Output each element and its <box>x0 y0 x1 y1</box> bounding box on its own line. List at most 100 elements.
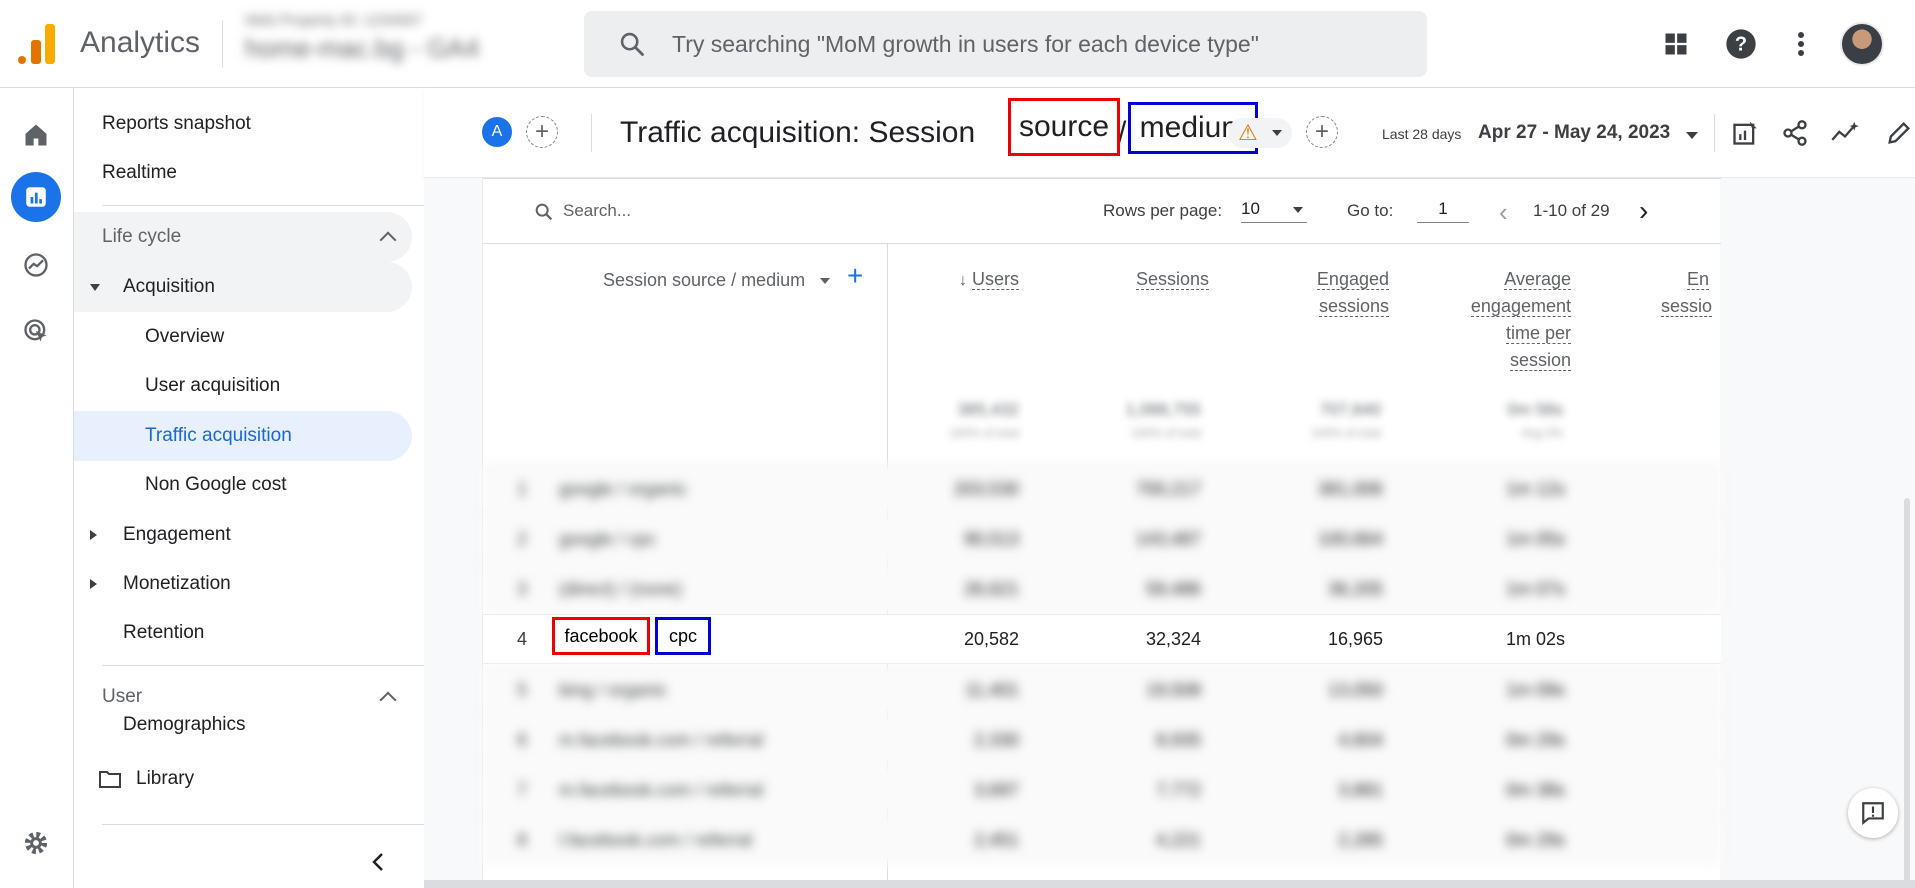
cell-users: 3,697 <box>973 780 1019 800</box>
sidebar-item-label: Reports snapshot <box>102 113 251 134</box>
sidebar-item-label: Monetization <box>123 573 231 594</box>
total-value: 1,088,755 <box>1125 400 1201 419</box>
cell-users: 11,401 <box>965 680 1019 700</box>
table-row[interactable]: 3 (direct) / (none) 26,621 59,486 36,205… <box>483 564 1721 614</box>
sidebar-item-non-google-cost[interactable]: Non Google cost <box>74 460 412 510</box>
home-icon[interactable] <box>11 110 61 160</box>
section-lifecycle[interactable]: Life cycle <box>74 212 412 262</box>
horizontal-scrollbar[interactable] <box>424 880 1915 888</box>
customize-report-icon[interactable] <box>1730 118 1760 148</box>
table-row[interactable]: 5 bing / organic 11,401 19,508 13,050 1m… <box>483 665 1721 715</box>
table-row[interactable]: 1 google / organic 203,530 700,217 381,0… <box>483 464 1721 514</box>
total-users: 385,432 100% of total <box>899 400 1019 444</box>
share-icon[interactable] <box>1780 118 1810 148</box>
warning-icon: ⚠ <box>1238 120 1258 145</box>
header-divider <box>591 114 592 152</box>
edit-pencil-icon[interactable] <box>1884 118 1914 148</box>
search-icon <box>620 32 644 56</box>
folder-icon <box>99 771 121 788</box>
rows-per-page-select[interactable]: 10 <box>1241 195 1307 223</box>
chevron-down-icon[interactable] <box>820 278 830 284</box>
vertical-scrollbar[interactable] <box>1904 498 1910 888</box>
sidebar-item-demographics[interactable]: Demographics <box>74 714 412 740</box>
sidebar-item-traffic-acquisition[interactable]: Traffic acquisition <box>74 411 412 461</box>
account-selector[interactable]: Web Property ID: 1234567 home-mac.bg - G… <box>245 12 565 74</box>
add-filter-button[interactable]: + <box>1306 116 1338 148</box>
sidebar-item-retention[interactable]: Retention <box>74 608 412 658</box>
chevron-down-icon <box>1271 130 1282 136</box>
search-bar[interactable]: Try searching "MoM growth in users for e… <box>584 11 1427 77</box>
date-range-label: Last 28 days <box>1382 126 1462 142</box>
search-icon <box>535 203 553 221</box>
medium-highlight: cpc <box>655 617 711 655</box>
collapse-chevron-icon[interactable] <box>370 852 386 871</box>
cell-sessions: 32,324 <box>1145 629 1201 649</box>
sidebar-item-realtime[interactable]: Realtime <box>74 148 412 198</box>
sidebar-item-user-acquisition[interactable]: User acquisition <box>74 361 412 411</box>
table-row[interactable]: 8 l.facebook.com / referral 2,451 4,221 … <box>483 815 1721 865</box>
search-input[interactable]: Try searching "MoM growth in users for e… <box>672 31 1259 58</box>
sidebar-item-engagement[interactable]: Engagement <box>74 510 412 560</box>
advertising-icon[interactable] <box>11 306 61 356</box>
table-row[interactable]: 2 google / cpc 90,513 143,487 100,664 1m… <box>483 514 1721 564</box>
cell-avg: 1m 12s <box>1505 479 1565 499</box>
cell-users: 20,582 <box>963 629 1019 649</box>
cell-avg: 0m 38s <box>1505 780 1565 800</box>
help-icon[interactable]: ? <box>1721 24 1761 64</box>
sidebar-item-overview[interactable]: Overview <box>74 312 412 362</box>
add-comparison-button[interactable]: + <box>526 116 558 148</box>
apps-grid-icon[interactable] <box>1656 24 1696 64</box>
app-title[interactable]: Analytics <box>80 26 200 60</box>
cell-sessions: 59,486 <box>1145 579 1201 599</box>
chevron-down-icon[interactable] <box>1686 132 1698 139</box>
add-dimension-button[interactable]: + <box>847 262 863 290</box>
pagination-status: 1-10 of 29 <box>1533 201 1610 220</box>
header-users[interactable]: ↓ Users <box>929 266 1019 294</box>
cell-avg: 0m 29s <box>1505 830 1565 850</box>
header-avg-engagement-time[interactable]: Average engagement time per session <box>1429 266 1571 374</box>
library-link[interactable]: Library <box>74 754 412 804</box>
prev-page-icon[interactable]: ‹ <box>1499 199 1508 225</box>
sidebar-item-acquisition[interactable]: Acquisition <box>74 262 412 312</box>
insights-icon[interactable] <box>1830 118 1860 148</box>
cell-engaged: 381,006 <box>1317 479 1383 499</box>
more-vert-icon[interactable] <box>1781 24 1821 64</box>
total-sessions: 1,088,755 100% of total <box>1081 400 1201 444</box>
table-row[interactable]: 7 m.facebook.com / referral 3,697 7,772 … <box>483 765 1721 815</box>
next-page-icon[interactable]: › <box>1639 197 1648 225</box>
sidebar-item-reports-snapshot[interactable]: Reports snapshot <box>74 99 412 149</box>
report-content: Search... Rows per page: 10 Go to: 1 ‹ 1… <box>424 178 1915 888</box>
header-engagement-rate[interactable]: En sessio <box>1651 266 1721 320</box>
sidebar-item-label: Engagement <box>123 524 231 545</box>
data-quality-warning[interactable]: ⚠ <box>1228 118 1292 148</box>
header-engaged-sessions[interactable]: Engaged sessions <box>1249 266 1389 320</box>
avatar[interactable] <box>1840 22 1884 66</box>
total-engaged: 707,840 100% of total <box>1261 400 1381 444</box>
feedback-button[interactable] <box>1848 788 1898 838</box>
row-dimension: bing / organic <box>559 680 668 700</box>
table-search-input[interactable]: Search... <box>563 201 631 221</box>
cell-sessions: 7,772 <box>1155 780 1201 800</box>
property-name: home-mac.bg - GA4 <box>245 33 480 63</box>
title-source-highlight: source <box>1008 98 1120 156</box>
cell-users: 2,330 <box>973 730 1019 750</box>
report-sidenav: Reports snapshot Realtime Life cycle Acq… <box>74 88 424 888</box>
explore-icon[interactable] <box>11 240 61 290</box>
dimension-header[interactable]: Session source / medium <box>603 270 805 291</box>
sidebar-item-label: Retention <box>123 622 205 643</box>
row-dimension: m.facebook.com / referral <box>559 780 764 800</box>
table-row-facebook-cpc[interactable]: 4 facebook cpc 20,582 32,324 16,965 1m 0… <box>483 614 1721 664</box>
sidebar-item-monetization[interactable]: Monetization <box>74 559 412 609</box>
cell-users: 2,451 <box>973 830 1019 850</box>
analytics-logo[interactable] <box>18 24 56 64</box>
goto-input[interactable]: 1 <box>1417 195 1469 223</box>
report-header: A + Traffic acquisition: Session / sourc… <box>424 88 1915 178</box>
table-row[interactable]: 6 m.facebook.com / referral 2,330 8,935 … <box>483 715 1721 765</box>
settings-gear-icon[interactable] <box>11 818 61 868</box>
reports-icon[interactable] <box>11 172 61 222</box>
comparison-badge[interactable]: A <box>482 117 512 147</box>
row-index: 3 <box>517 579 528 599</box>
top-bar: Analytics Web Property ID: 1234567 home-… <box>0 0 1915 88</box>
header-sessions[interactable]: Sessions <box>1089 266 1209 293</box>
date-range-picker[interactable]: Apr 27 - May 24, 2023 <box>1478 122 1670 144</box>
